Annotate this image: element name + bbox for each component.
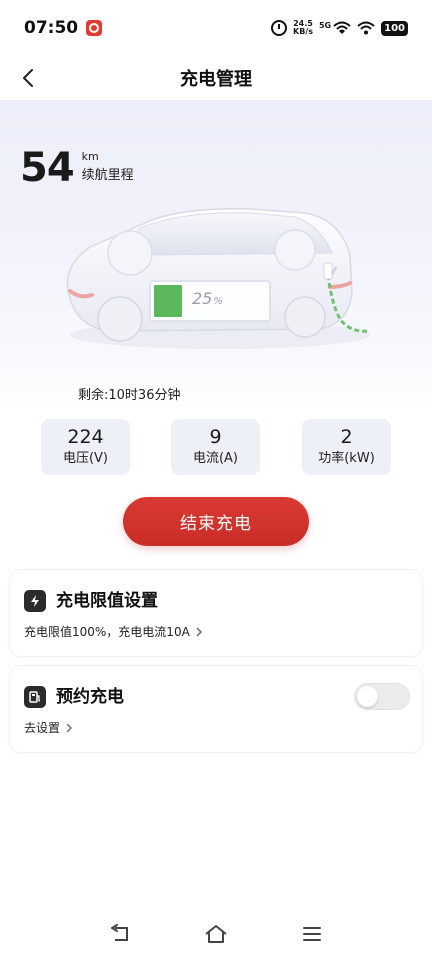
- lightning-icon: [24, 590, 46, 612]
- metric-value: 224: [67, 426, 104, 448]
- end-charge-button[interactable]: 结束充电: [123, 497, 309, 546]
- home-icon: [205, 925, 227, 943]
- metric-power: 2 功率(kW): [302, 419, 391, 475]
- header: 充电管理: [0, 56, 432, 100]
- metric-label: 功率(kW): [318, 451, 375, 466]
- scheduled-charge-card[interactable]: 预约充电 去设置: [10, 666, 422, 752]
- charge-percent-value: 25: [192, 289, 213, 308]
- nav-back-button[interactable]: [106, 920, 134, 948]
- charge-limit-title: 充电限值设置: [56, 591, 158, 611]
- app-notification-icon: [86, 20, 103, 36]
- charging-metrics: 224 电压(V) 9 电流(A) 2 功率(kW): [0, 419, 432, 475]
- nav-menu-button[interactable]: [298, 920, 326, 948]
- charge-percent: 25%: [192, 289, 223, 308]
- scheduled-charge-settings-link[interactable]: 去设置: [24, 719, 74, 736]
- back-button[interactable]: [10, 60, 46, 96]
- scheduled-charge-title: 预约充电: [56, 687, 124, 707]
- page-title: 充电管理: [180, 69, 252, 90]
- status-indicators: 24.5 KB/s 5G 100: [271, 20, 408, 36]
- chevron-right-icon: [196, 627, 202, 636]
- battery-icon: 100: [381, 20, 408, 36]
- charge-limit-subtitle: 充电限值100%，充电电流10A: [24, 625, 190, 639]
- wifi-icon: [357, 21, 375, 35]
- car-illustration: [66, 208, 371, 349]
- menu-icon: [303, 927, 321, 941]
- toggle-knob: [357, 686, 378, 707]
- system-nav-bar: [0, 912, 432, 960]
- scheduled-charge-toggle[interactable]: [354, 683, 410, 710]
- metric-label: 电流(A): [192, 451, 239, 466]
- scheduled-charge-subtitle: 去设置: [24, 721, 61, 735]
- range-value: 54: [20, 145, 75, 191]
- wifi-signal-icon: [333, 21, 351, 34]
- metric-value: 2: [340, 426, 353, 448]
- nav-home-button[interactable]: [202, 920, 230, 948]
- status-time: 07:50: [24, 18, 79, 38]
- range-display: 54 km 续航里程: [20, 146, 134, 190]
- network-type: 5G: [318, 21, 332, 30]
- net-speed: 24.5 KB/s: [293, 20, 313, 36]
- remaining-time: 剩余:10时36分钟: [78, 388, 181, 403]
- charge-limit-card[interactable]: 充电限值设置 充电限值100%，充电电流10A: [10, 570, 422, 656]
- net-speed-unit: KB/s: [293, 27, 313, 36]
- metric-value: 9: [209, 426, 222, 448]
- metric-voltage: 224 电压(V): [41, 419, 130, 475]
- battery-level-fill: [154, 285, 182, 317]
- metric-current: 9 电流(A): [171, 419, 260, 475]
- status-bar: 07:50 24.5 KB/s 5G 100: [0, 0, 432, 56]
- alarm-icon: [271, 20, 287, 36]
- charge-limit-subtitle-link[interactable]: 充电限值100%，充电电流10A: [24, 623, 204, 640]
- metric-label: 电压(V): [62, 451, 109, 466]
- chevron-right-icon: [66, 723, 73, 732]
- back-arrow-icon: [111, 924, 128, 941]
- range-unit: km: [81, 150, 99, 163]
- chevron-left-icon: [23, 69, 33, 87]
- charge-percent-sign: %: [213, 296, 223, 307]
- charging-station-icon: [24, 686, 46, 708]
- range-label: 续航里程: [81, 168, 134, 183]
